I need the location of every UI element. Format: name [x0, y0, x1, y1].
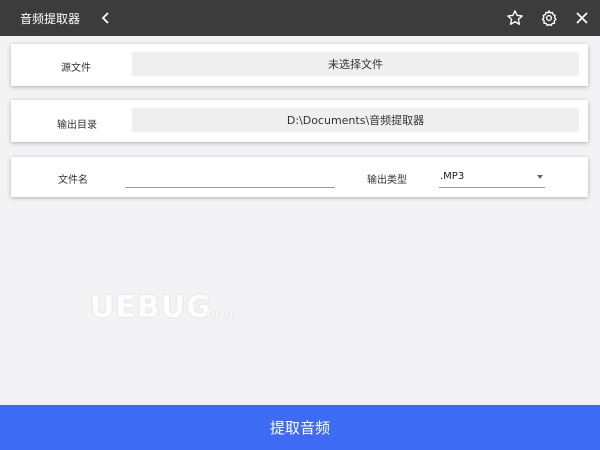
title-bar: 音频提取器	[0, 0, 600, 36]
watermark-suffix: .com	[202, 304, 239, 322]
back-button[interactable]	[94, 6, 118, 30]
watermark-logo: UEBUG .com	[90, 290, 250, 330]
file-options-card: 文件名 输出类型 .MP3	[11, 157, 588, 197]
close-button[interactable]	[570, 6, 594, 30]
extract-audio-button[interactable]: 提取音频	[0, 405, 600, 450]
favorite-button[interactable]	[503, 6, 527, 30]
watermark-text: UEBUG	[90, 290, 212, 325]
source-file-card: 源文件 未选择文件	[11, 44, 588, 86]
output-dir-picker[interactable]: D:\Documents\音频提取器	[132, 108, 579, 132]
source-file-picker[interactable]: 未选择文件	[132, 52, 579, 76]
gear-icon	[541, 10, 557, 27]
output-dir-card: 输出目录 D:\Documents\音频提取器	[11, 100, 588, 142]
app-title: 音频提取器	[20, 12, 81, 26]
output-dir-label: 输出目录	[57, 120, 97, 131]
chevron-down-icon	[537, 175, 543, 179]
output-type-select[interactable]: .MP3	[439, 166, 545, 188]
file-name-label: 文件名	[58, 175, 88, 186]
close-icon	[576, 12, 588, 24]
output-type-label: 输出类型	[367, 175, 407, 186]
file-name-input[interactable]	[125, 166, 335, 188]
star-icon	[507, 10, 523, 25]
output-type-value: .MP3	[440, 171, 465, 182]
back-icon	[101, 12, 109, 24]
settings-button[interactable]	[537, 6, 561, 30]
source-file-label: 源文件	[61, 63, 91, 74]
